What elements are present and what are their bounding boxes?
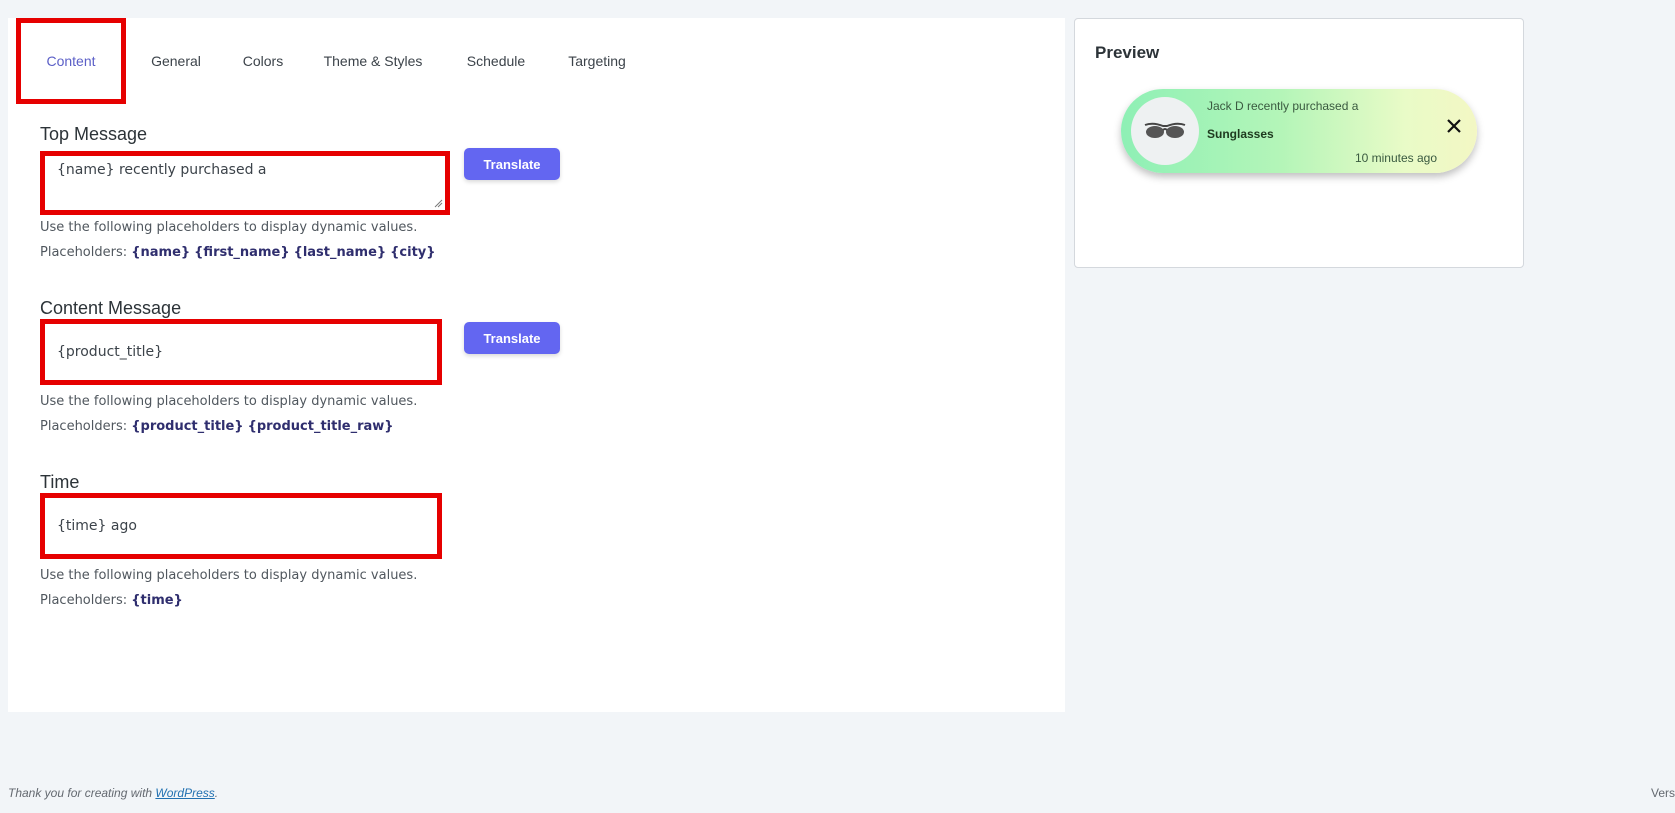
translate-content-message-button[interactable]: Translate: [464, 322, 560, 354]
top-message-input[interactable]: [57, 162, 433, 204]
placeholder-time: {time}: [131, 593, 183, 608]
notification-time: 10 minutes ago: [1354, 151, 1437, 165]
tab-colors[interactable]: Colors: [228, 18, 298, 104]
content-message-help: Use the following placeholders to displa…: [40, 394, 418, 409]
preview-panel: Preview Jack D recently purchased a Sung…: [1074, 18, 1524, 268]
content-message-field[interactable]: [40, 319, 442, 385]
tab-targeting[interactable]: Targeting: [554, 18, 640, 104]
tab-general[interactable]: General: [136, 18, 216, 104]
tab-content[interactable]: Content: [16, 18, 126, 104]
content-message-placeholders: Placeholders: {product_title} {product_ti…: [40, 419, 398, 434]
sunglasses-icon: [1144, 122, 1186, 138]
tab-schedule[interactable]: Schedule: [456, 18, 536, 104]
footer-text: Thank you for creating with: [8, 786, 156, 800]
wordpress-link[interactable]: WordPress: [155, 786, 214, 800]
notification-top-message: Jack D recently purchased a: [1207, 99, 1359, 113]
time-field[interactable]: [40, 493, 442, 559]
placeholder-first-name: {first_name}: [194, 245, 290, 260]
footer-version: Vers: [1651, 786, 1675, 800]
content-message-title: Content Message: [40, 298, 182, 318]
notification-product: Sunglasses: [1207, 127, 1274, 141]
tab-theme-styles[interactable]: Theme & Styles: [318, 18, 428, 104]
notification-preview: Jack D recently purchased a Sunglasses 1…: [1121, 89, 1477, 173]
content-message-input[interactable]: [57, 330, 425, 374]
placeholder-name: {name}: [131, 245, 191, 260]
time-help: Use the following placeholders to displa…: [40, 568, 418, 583]
preview-title: Preview: [1095, 43, 1160, 62]
top-message-field[interactable]: [40, 151, 450, 215]
placeholders-label: Placeholders:: [40, 419, 128, 434]
placeholders-label: Placeholders:: [40, 593, 128, 608]
time-placeholders: Placeholders: {time}: [40, 593, 187, 608]
footer-suffix: .: [214, 786, 219, 800]
placeholder-last-name: {last_name}: [293, 245, 387, 260]
product-image: [1131, 97, 1199, 165]
translate-top-message-button[interactable]: Translate: [464, 148, 560, 180]
time-title: Time: [40, 472, 80, 492]
resize-grip-icon[interactable]: [434, 199, 443, 208]
placeholder-city: {city}: [390, 245, 436, 260]
footer-credit: Thank you for creating with WordPress.: [8, 786, 218, 800]
placeholder-product-title-raw: {product_title_raw}: [247, 419, 394, 434]
close-icon[interactable]: [1445, 117, 1463, 135]
placeholder-product-title: {product_title}: [131, 419, 244, 434]
top-message-title: Top Message: [40, 124, 148, 144]
top-message-placeholders: Placeholders: {name} {first_name} {last_na…: [40, 245, 440, 260]
placeholders-label: Placeholders:: [40, 245, 128, 260]
time-input[interactable]: [57, 504, 425, 548]
top-message-help: Use the following placeholders to displa…: [40, 220, 418, 235]
